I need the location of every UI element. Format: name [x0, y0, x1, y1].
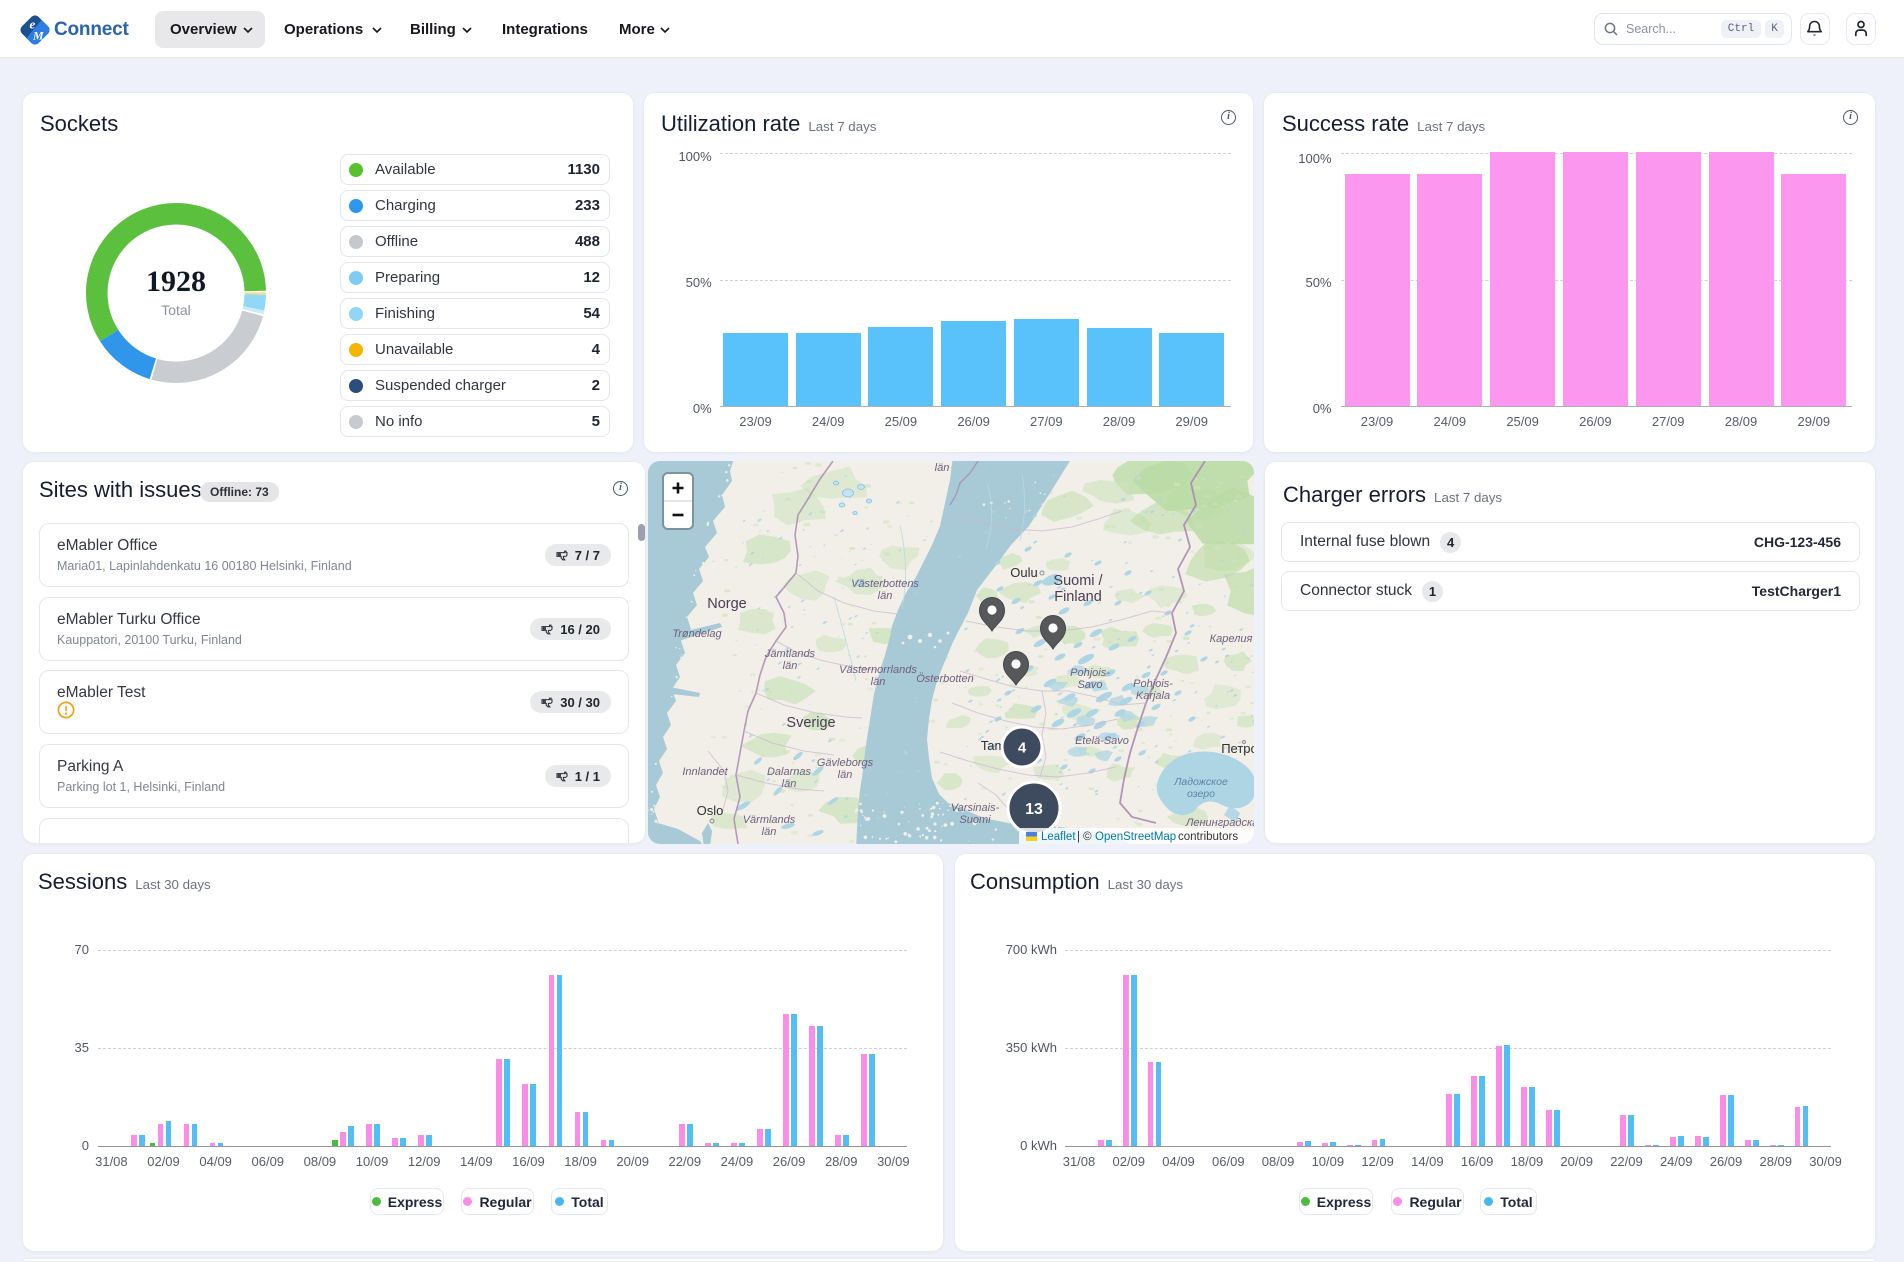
svg-text:Oulu: Oulu: [1010, 565, 1037, 580]
svg-text:Jämtlands: Jämtlands: [764, 648, 816, 660]
svg-text:Suomi: Suomi: [959, 814, 991, 826]
svg-text:contributors: contributors: [1178, 831, 1238, 843]
svg-text:Österbotten: Österbotten: [916, 673, 973, 685]
svg-text:Gävleborgs: Gävleborgs: [817, 757, 874, 769]
svg-text:Dalarnas: Dalarnas: [767, 766, 812, 778]
svg-text:| ©: | ©: [1077, 831, 1092, 843]
svg-text:OpenStreetMap: OpenStreetMap: [1095, 831, 1176, 843]
svg-text:län: län: [762, 826, 777, 838]
svg-text:Innlandet: Innlandet: [682, 766, 728, 778]
svg-text:län: län: [871, 676, 886, 688]
svg-text:Ленинградская: Ленинградская: [1185, 817, 1254, 829]
svg-text:län: län: [838, 769, 853, 781]
svg-text:län: län: [783, 660, 798, 672]
svg-text:Pohjois-: Pohjois-: [1133, 678, 1173, 690]
svg-text:Värmlands: Värmlands: [743, 814, 796, 826]
svg-text:Sverige: Sverige: [786, 715, 835, 731]
svg-text:M: M: [32, 29, 44, 43]
svg-text:Varsinais-: Varsinais-: [951, 802, 1000, 814]
svg-text:Västernorrlands: Västernorrlands: [839, 664, 917, 676]
svg-text:län: län: [782, 778, 797, 790]
svg-text:Oslo: Oslo: [697, 803, 724, 818]
svg-text:Finland: Finland: [1054, 589, 1102, 605]
svg-text:Pohjois-: Pohjois-: [1070, 667, 1110, 679]
svg-text:озеро: озеро: [1187, 788, 1215, 800]
svg-text:Västerbottens: Västerbottens: [851, 578, 919, 590]
svg-text:Карелия: Карелия: [1210, 633, 1253, 645]
svg-text:Leaflet: Leaflet: [1041, 831, 1076, 843]
svg-text:Savo: Savo: [1077, 679, 1102, 691]
svg-text:län: län: [935, 462, 950, 474]
svg-text:13: 13: [1025, 801, 1043, 818]
svg-text:Karjala: Karjala: [1136, 690, 1170, 702]
svg-text:Ладожское: Ладожское: [1173, 776, 1228, 788]
svg-text:Петроза: Петроза: [1221, 741, 1254, 756]
svg-text:län: län: [878, 590, 893, 602]
svg-text:Norge: Norge: [707, 596, 747, 612]
svg-text:Etelä-Savo: Etelä-Savo: [1075, 735, 1129, 747]
svg-text:4: 4: [1018, 739, 1027, 756]
svg-text:Suomi /: Suomi /: [1053, 573, 1103, 589]
svg-text:Trøndelag: Trøndelag: [672, 628, 722, 640]
